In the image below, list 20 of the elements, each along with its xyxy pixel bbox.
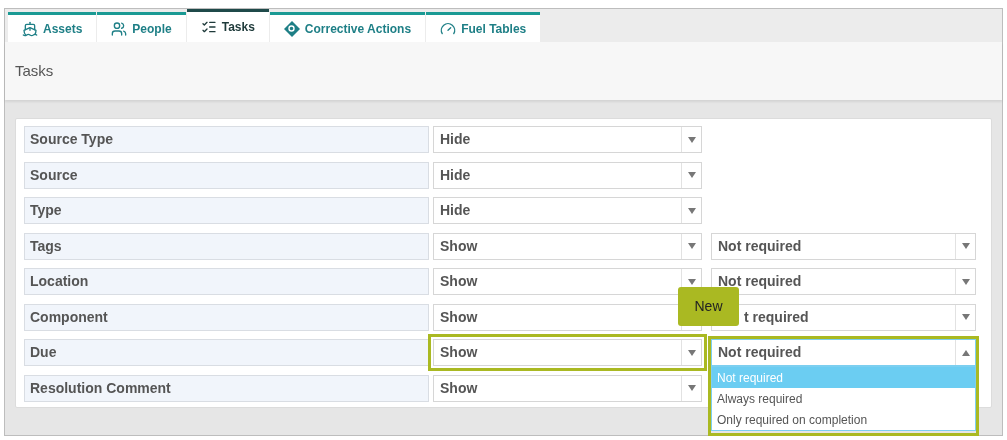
field-label: Resolution Comment: [24, 374, 429, 402]
field-label: Type: [24, 197, 429, 224]
select-value: Show: [439, 272, 479, 291]
select-value: Show: [439, 307, 479, 327]
page-title: Tasks: [15, 60, 54, 81]
select-value: Show: [439, 236, 479, 256]
select-value: Hide: [439, 130, 472, 149]
select-value: Show: [439, 343, 479, 362]
new-tooltip: New: [678, 286, 739, 326]
select-value: Hide: [439, 165, 472, 185]
select-value: Not required: [717, 343, 803, 362]
select-value: Not required: [717, 236, 803, 256]
field-label: Source: [24, 161, 429, 189]
field-label: Tags: [24, 232, 429, 260]
select-value: Hide: [439, 201, 472, 220]
field-label: Source Type: [24, 126, 429, 153]
field-label: Location: [24, 268, 429, 295]
field-label: Due: [24, 339, 429, 366]
select-value: Show: [439, 378, 479, 398]
field-label: Component: [24, 303, 429, 331]
